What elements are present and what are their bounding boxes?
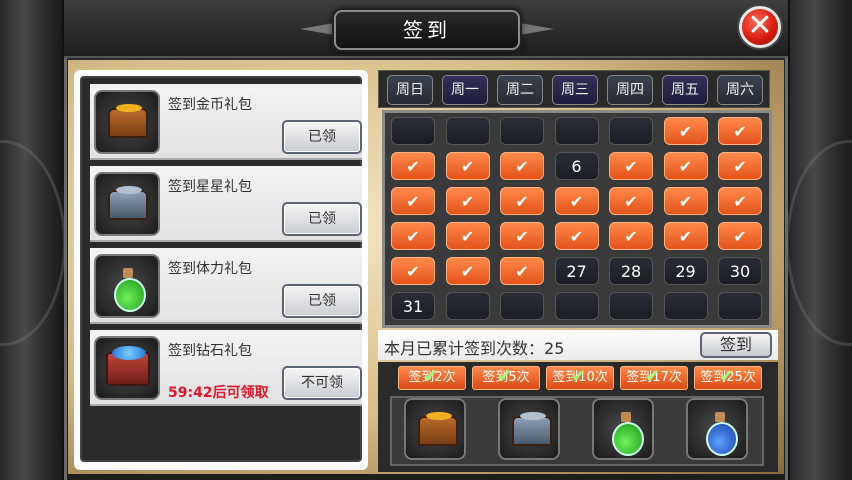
calendar-grid: ✔ ✔ ✔ ✔ ✔ 6 ✔ ✔ ✔ ✔ ✔ ✔ ✔ ✔ ✔ ✔ ✔ ✔ ✔ ✔ ✔ ✔ ✔ ✔ ✔ ✔ 27 28 29 30 31 (382, 110, 772, 328)
calendar-day-signed[interactable]: ✔ (391, 187, 435, 215)
calendar-day-signed[interactable]: ✔ (445, 152, 490, 180)
calendar-day-signed[interactable]: ✔ (445, 187, 490, 215)
blue-potion-icon[interactable] (686, 398, 748, 460)
gold-chest-icon (94, 90, 160, 154)
calendar-day-signed[interactable]: ✔ (445, 257, 490, 285)
weekday-wed: 周三 (552, 75, 598, 105)
check-icon: ✔ (423, 366, 439, 387)
summary-text: 本月已累计签到次数：25 (384, 335, 564, 359)
calendar-day-signed[interactable]: ✔ (718, 117, 762, 145)
calendar-day-signed[interactable]: ✔ (718, 187, 762, 215)
claimed-button[interactable]: 已领 (282, 284, 362, 318)
milestone-tag[interactable]: 签到2次 ✔ (398, 366, 466, 390)
weekday-header: 周日 周一 周二 周三 周四 周五 周六 (378, 70, 770, 108)
weekday-thu: 周四 (607, 75, 653, 105)
calendar-day-signed[interactable]: ✔ (663, 187, 708, 215)
check-icon: ✔ (571, 366, 587, 387)
calendar-day[interactable]: 27 (554, 257, 599, 285)
calendar-day-signed[interactable]: ✔ (554, 187, 599, 215)
calendar-day-empty (609, 292, 653, 320)
calendar-day[interactable]: 31 (391, 292, 435, 320)
weekday-fri: 周五 (662, 75, 708, 105)
milestone-tag[interactable]: 签到10次 ✔ (546, 366, 614, 390)
calendar-day-signed[interactable]: ✔ (500, 152, 544, 180)
calendar-day-signed[interactable]: ✔ (609, 187, 653, 215)
calendar-day-empty (718, 292, 762, 320)
milestone-tag[interactable]: 签到25次 ✔ (694, 366, 762, 390)
check-icon: ✔ (497, 366, 513, 387)
calendar-day-signed[interactable]: ✔ (718, 152, 762, 180)
calendar-day-signed[interactable]: ✔ (609, 152, 653, 180)
reward-bar: 签到2次 ✔ 签到5次 ✔ 签到10次 ✔ 签到17次 ✔ 签到25次 ✔ (378, 362, 778, 472)
summary-label: 本月已累计签到次数： (384, 339, 545, 358)
calendar-day[interactable]: 28 (609, 257, 653, 285)
calendar-day[interactable]: 6 (554, 152, 599, 180)
left-pillar (0, 0, 66, 480)
diamond-chest-icon (94, 336, 160, 400)
close-icon: ✕ (747, 8, 773, 43)
calendar-day-empty (500, 117, 544, 145)
gift-name: 签到金币礼包 (168, 97, 252, 113)
calendar-day-empty (609, 117, 653, 145)
countdown-timer: 59:42后可领取 (168, 385, 269, 401)
calendar-day-signed[interactable]: ✔ (554, 222, 599, 250)
calendar-day-signed[interactable]: ✔ (663, 117, 708, 145)
green-potion-icon[interactable] (592, 398, 654, 460)
calendar-day-empty (445, 117, 490, 145)
gift-list-panel: 签到金币礼包 已领 签到星星礼包 已领 签到体力礼包 已领 签到钻石礼包 59:… (74, 70, 368, 470)
weekday-mon: 周一 (442, 75, 488, 105)
close-button[interactable]: ✕ (739, 6, 781, 48)
calendar-day-empty (500, 292, 544, 320)
gift-name: 签到星星礼包 (168, 179, 252, 195)
window-title: 签到 (334, 10, 520, 50)
milestone-tag[interactable]: 签到5次 ✔ (472, 366, 540, 390)
calendar-day-signed[interactable]: ✔ (500, 257, 544, 285)
calendar-day-signed[interactable]: ✔ (445, 222, 490, 250)
weekday-sun: 周日 (387, 75, 433, 105)
weekday-sat: 周六 (717, 75, 763, 105)
gold-chest-icon[interactable] (404, 398, 466, 460)
check-icon: ✔ (719, 366, 735, 387)
calendar-day-empty (445, 292, 490, 320)
unavailable-button[interactable]: 不可领 (282, 366, 362, 400)
gift-list: 签到金币礼包 已领 签到星星礼包 已领 签到体力礼包 已领 签到钻石礼包 59:… (80, 76, 362, 462)
right-pillar (786, 0, 852, 480)
gift-row-stamina: 签到体力礼包 已领 (90, 248, 362, 324)
gift-name: 签到体力礼包 (168, 261, 252, 277)
signin-button[interactable]: 签到 (700, 332, 772, 358)
silver-chest-icon (94, 172, 160, 236)
calendar-day-signed[interactable]: ✔ (391, 222, 435, 250)
calendar-day-empty (554, 292, 599, 320)
claimed-button[interactable]: 已领 (282, 120, 362, 154)
calendar-day-signed[interactable]: ✔ (609, 222, 653, 250)
check-icon: ✔ (645, 366, 661, 387)
calendar-day-signed[interactable]: ✔ (391, 152, 435, 180)
silver-chest-icon[interactable] (498, 398, 560, 460)
green-potion-icon (94, 254, 160, 318)
calendar-day-signed[interactable]: ✔ (663, 222, 708, 250)
calendar-day-signed[interactable]: ✔ (500, 222, 544, 250)
summary-count: 25 (544, 339, 565, 358)
calendar-day[interactable]: 29 (663, 257, 708, 285)
calendar-day-empty (663, 292, 708, 320)
calendar-day-empty (554, 117, 599, 145)
calendar-day-empty (391, 117, 435, 145)
calendar-day[interactable]: 30 (718, 257, 762, 285)
gift-row-star: 签到星星礼包 已领 (90, 166, 362, 242)
calendar-day-signed[interactable]: ✔ (500, 187, 544, 215)
gift-name: 签到钻石礼包 (168, 343, 252, 359)
gift-row-diamond: 签到钻石礼包 59:42后可领取 不可领 (90, 330, 362, 406)
calendar-day-signed[interactable]: ✔ (391, 257, 435, 285)
gift-row-gold: 签到金币礼包 已领 (90, 84, 362, 160)
milestone-tag[interactable]: 签到17次 ✔ (620, 366, 688, 390)
calendar-day-signed[interactable]: ✔ (663, 152, 708, 180)
claimed-button[interactable]: 已领 (282, 202, 362, 236)
calendar-day-signed[interactable]: ✔ (718, 222, 762, 250)
weekday-tue: 周二 (497, 75, 543, 105)
